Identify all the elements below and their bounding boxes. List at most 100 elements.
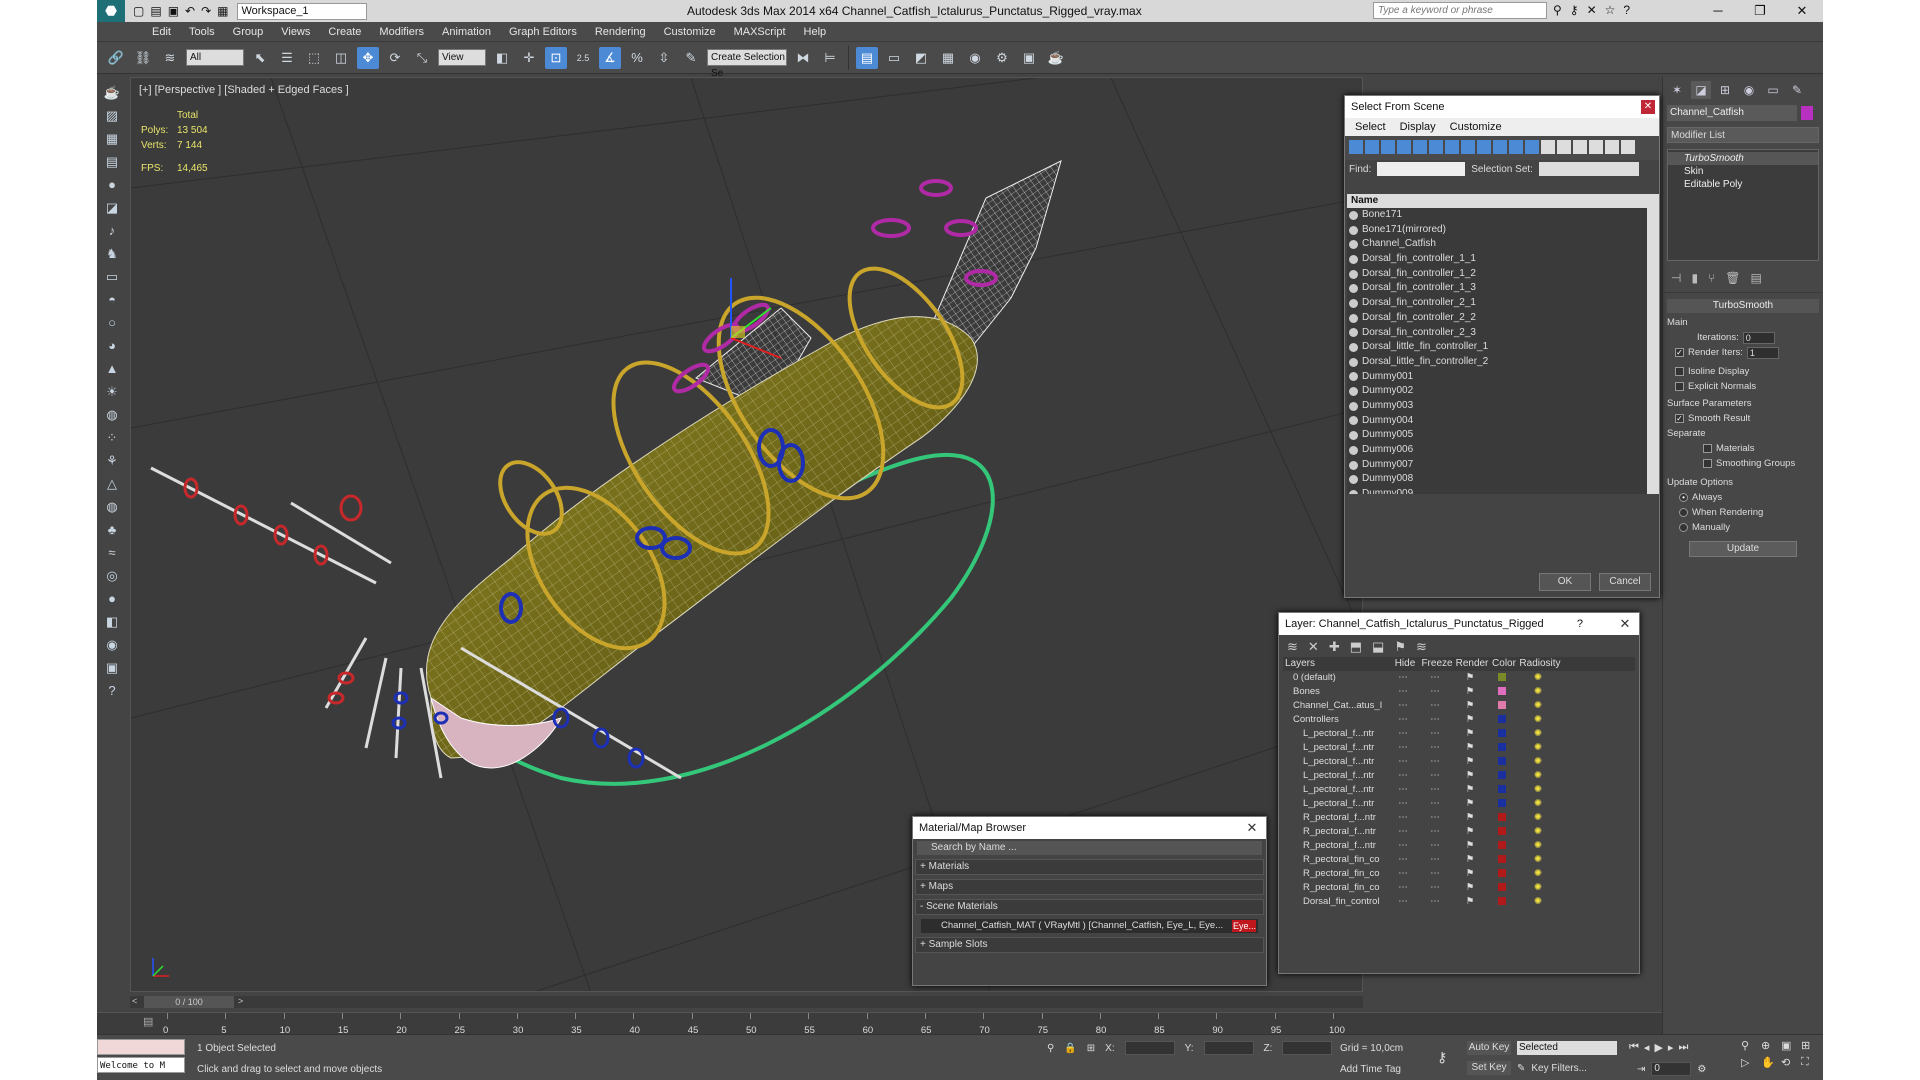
mini-curve-editor-icon[interactable]: ▤: [143, 1015, 153, 1028]
materials-section[interactable]: + Materials: [915, 859, 1264, 875]
new-layer-icon[interactable]: ✚: [1329, 639, 1340, 654]
layer-row[interactable]: R_pectoral_f...ntr ⋯ ⋯ ⚑ ✺: [1283, 825, 1635, 839]
delete-layer-icon[interactable]: ✕: [1308, 639, 1319, 654]
layer-row[interactable]: L_pectoral_f...ntr ⋯ ⋯ ⚑ ✺: [1283, 727, 1635, 741]
scene-list-item[interactable]: Dummy001: [1347, 370, 1659, 385]
layer-color[interactable]: [1487, 783, 1517, 797]
radiosity-icon[interactable]: ✺: [1517, 839, 1559, 853]
menu-item-modifiers[interactable]: Modifiers: [370, 26, 433, 38]
hide-toggle-icon[interactable]: ⋯: [1389, 699, 1417, 713]
key-mode-dropdown[interactable]: Selected: [1517, 1041, 1617, 1055]
layer-row[interactable]: R_pectoral_fin_co ⋯ ⋯ ⚑ ✺: [1283, 881, 1635, 895]
freeze-toggle-icon[interactable]: ⋯: [1417, 727, 1453, 741]
layer-row[interactable]: Controllers ⋯ ⋯ ⚑ ✺: [1283, 713, 1635, 727]
layer-column-layers[interactable]: Layers: [1283, 657, 1391, 671]
time-slider-thumb[interactable]: 0 / 100: [144, 996, 234, 1008]
display-groups-icon[interactable]: [1445, 140, 1459, 154]
layer-row[interactable]: L_pectoral_f...ntr ⋯ ⋯ ⚑ ✺: [1283, 741, 1635, 755]
menu-item-maxscript[interactable]: MAXScript: [725, 26, 795, 38]
freeze-toggle-icon[interactable]: ⋯: [1417, 797, 1453, 811]
select-link-icon[interactable]: 🔗: [105, 47, 127, 69]
radiosity-icon[interactable]: ✺: [1517, 867, 1559, 881]
render-iters-checkbox[interactable]: ✓: [1675, 348, 1684, 357]
modifier-turbosmooth[interactable]: TurboSmooth: [1668, 152, 1818, 165]
help-search-input[interactable]: Type a keyword or phrase: [1373, 2, 1547, 19]
hide-toggle-icon[interactable]: ⋯: [1389, 881, 1417, 895]
next-frame-icon[interactable]: >: [238, 996, 243, 1006]
menu-item-graph-editors[interactable]: Graph Editors: [500, 26, 586, 38]
image-icon[interactable]: ▨: [101, 107, 123, 125]
selection-set-dropdown[interactable]: [1538, 162, 1639, 176]
light-bulb-icon[interactable]: ●: [101, 176, 123, 194]
scene-list-item[interactable]: Dorsal_fin_controller_2_2: [1347, 311, 1659, 326]
material-browser-titlebar[interactable]: Material/Map Browser ✕: [913, 817, 1266, 839]
render-toggle-icon[interactable]: ⚑: [1453, 727, 1487, 741]
orbit-icon[interactable]: ⟲: [1781, 1056, 1797, 1069]
radiosity-icon[interactable]: ✺: [1517, 797, 1559, 811]
display-hidden-icon[interactable]: [1525, 140, 1539, 154]
motion-tab-icon[interactable]: ◉: [1739, 81, 1759, 99]
add-to-layer-icon[interactable]: ⬒: [1350, 639, 1362, 654]
key-filters-button[interactable]: Key Filters...: [1531, 1063, 1587, 1074]
particles-icon[interactable]: ⁘: [101, 429, 123, 447]
options-icon[interactable]: [1621, 140, 1635, 154]
display-shapes-icon[interactable]: [1365, 140, 1379, 154]
scene-list-item[interactable]: Dorsal_fin_controller_2_3: [1347, 326, 1659, 341]
radiosity-icon[interactable]: ✺: [1517, 895, 1559, 909]
always-radio[interactable]: •: [1679, 493, 1688, 502]
sound-icon[interactable]: ♪: [101, 222, 123, 240]
scene-list-item[interactable]: Bone171(mirrored): [1347, 223, 1659, 238]
rect-selection-icon[interactable]: ⬚: [303, 47, 325, 69]
layer-color[interactable]: [1487, 797, 1517, 811]
layer-color[interactable]: [1487, 755, 1517, 769]
find-input[interactable]: [1377, 162, 1466, 176]
scene-list-item[interactable]: Dummy002: [1347, 384, 1659, 399]
manually-radio[interactable]: [1679, 523, 1688, 532]
display-spacewarps-icon[interactable]: [1429, 140, 1443, 154]
radiosity-icon[interactable]: ✺: [1517, 713, 1559, 727]
hide-all-icon[interactable]: ≋: [1416, 639, 1427, 654]
layer-row[interactable]: R_pectoral_fin_co ⋯ ⋯ ⚑ ✺: [1283, 853, 1635, 867]
layer-row[interactable]: R_pectoral_f...ntr ⋯ ⋯ ⚑ ✺: [1283, 839, 1635, 853]
maximize-viewport-icon[interactable]: ⛶: [1801, 1056, 1817, 1069]
next-frame-icon[interactable]: ▸: [1668, 1041, 1674, 1054]
script-icon[interactable]: ▣: [101, 659, 123, 677]
menu-item-create[interactable]: Create: [319, 26, 370, 38]
help-icon[interactable]: ?: [1623, 3, 1630, 17]
iterations-spinner[interactable]: 0: [1742, 331, 1775, 344]
zoom-all-icon[interactable]: ⊕: [1761, 1039, 1777, 1052]
select-in-layer-icon[interactable]: ⬓: [1372, 639, 1384, 654]
viewport-label[interactable]: [+] [Perspective ] [Shaded + Edged Faces…: [139, 84, 349, 96]
scene-list-item[interactable]: Dorsal_fin_controller_1_1: [1347, 252, 1659, 267]
freeze-toggle-icon[interactable]: ⋯: [1417, 853, 1453, 867]
show-end-result-icon[interactable]: ▮: [1691, 271, 1698, 288]
make-unique-icon[interactable]: ⑂: [1708, 271, 1715, 288]
layer-color[interactable]: [1487, 769, 1517, 783]
select-by-name-icon[interactable]: ☰: [276, 47, 298, 69]
hide-toggle-icon[interactable]: ⋯: [1389, 825, 1417, 839]
prev-frame-icon[interactable]: <: [132, 996, 137, 1006]
hide-toggle-icon[interactable]: ⋯: [1389, 713, 1417, 727]
project-folder-icon[interactable]: ▦: [217, 4, 228, 18]
y-coordinate-field[interactable]: [1203, 1041, 1254, 1055]
layer-color[interactable]: [1487, 671, 1517, 685]
time-slider[interactable]: < 0 / 100 >: [130, 996, 1363, 1008]
key-icon[interactable]: ⚷: [1570, 3, 1579, 17]
render-toggle-icon[interactable]: ⚑: [1453, 783, 1487, 797]
layer-column-color[interactable]: Color: [1489, 657, 1519, 671]
layer-row[interactable]: R_pectoral_fin_co ⋯ ⋯ ⚑ ✺: [1283, 867, 1635, 881]
render-toggle-icon[interactable]: ⚑: [1453, 741, 1487, 755]
close-icon[interactable]: ✕: [1781, 0, 1823, 22]
binoculars-icon[interactable]: ⚲: [1553, 3, 1562, 17]
freeze-toggle-icon[interactable]: ⋯: [1417, 839, 1453, 853]
isoline-checkbox[interactable]: [1675, 367, 1684, 376]
freeze-toggle-icon[interactable]: ⋯: [1417, 867, 1453, 881]
select-manipulate-icon[interactable]: ✛: [518, 47, 540, 69]
ball-icon[interactable]: ●: [101, 590, 123, 608]
unlink-icon[interactable]: ⛓: [132, 47, 154, 69]
layer-row[interactable]: Channel_Cat...atus_I ⋯ ⋯ ⚑ ✺: [1283, 699, 1635, 713]
render-production-icon[interactable]: ☕: [1045, 47, 1067, 69]
toggle-ribbon-icon[interactable]: ▭: [883, 47, 905, 69]
hide-toggle-icon[interactable]: ⋯: [1389, 783, 1417, 797]
cancel-button[interactable]: Cancel: [1599, 573, 1651, 591]
